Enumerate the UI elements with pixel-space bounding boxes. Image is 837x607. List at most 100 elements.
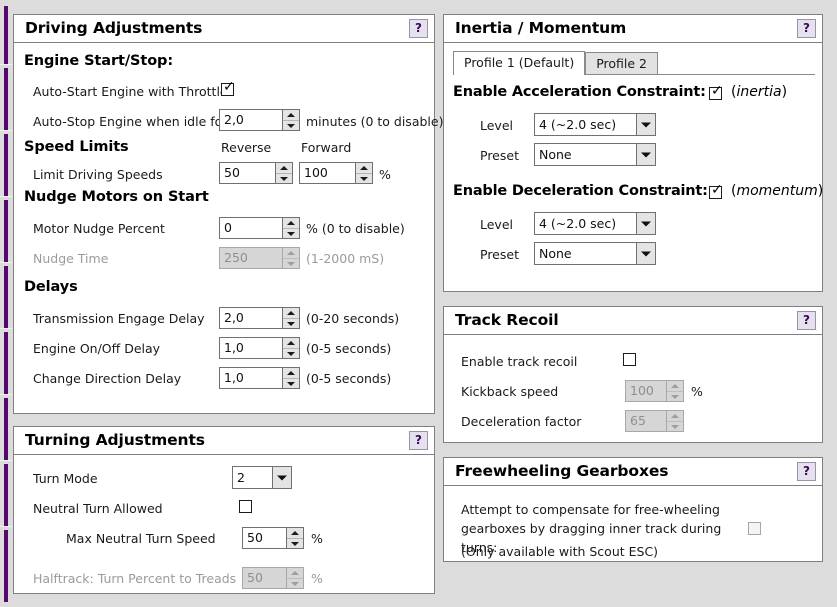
check-icon: ✓ [711,182,723,198]
profile-tabs: Profile 1 (Default) Profile 2 [453,51,658,75]
turn-mode-select[interactable]: 2 [232,466,292,489]
tab-strip-segment[interactable] [4,464,8,526]
stepper-up-icon[interactable] [287,528,303,538]
max-neutral-turn-speed-stepper[interactable]: 50 [242,527,304,549]
page-title-freewheeling: Freewheeling Gearboxes [455,462,669,480]
nudge-time-stepper: 250 [219,247,300,269]
stepper-up-icon[interactable] [283,368,299,378]
stepper-arrows[interactable] [282,368,299,388]
tab-strip-segment[interactable] [4,266,8,328]
max-neutral-turn-speed-label: Max Neutral Turn Speed [66,531,216,546]
chevron-down-icon[interactable] [636,243,655,264]
stepper-up-icon[interactable] [283,110,299,120]
stepper-up-icon[interactable] [283,308,299,318]
limit-reverse-stepper[interactable]: 50 [219,162,293,184]
stepper-down-icon[interactable] [276,173,292,183]
help-icon-turning[interactable]: ? [409,431,428,450]
help-icon-freewheeling[interactable]: ? [797,462,816,481]
reverse-column-header: Reverse [221,140,272,155]
chevron-down-icon[interactable] [272,467,291,488]
tab-strip-segment[interactable] [4,6,8,64]
stepper-arrows [282,248,299,268]
stepper-arrows[interactable] [282,110,299,130]
enable-deceleration-constraint-label: Enable Deceleration Constraint: [453,183,708,199]
deceleration-level-select[interactable]: 4 (~2.0 sec) [534,212,656,235]
chevron-down-icon[interactable] [636,114,655,135]
neutral-turn-allowed-checkbox[interactable] [239,500,252,513]
help-icon-track-recoil[interactable]: ? [797,311,816,330]
kickback-speed-label: Kickback speed [461,384,559,399]
transmission-delay-unit: (0-20 seconds) [306,311,400,326]
freewheeling-compensate-checkbox[interactable] [748,522,761,535]
stepper-arrows[interactable] [355,163,372,183]
deceleration-preset-select[interactable]: None [534,242,656,265]
max-neutral-turn-speed-value: 50 [247,530,263,545]
stepper-up-icon[interactable] [276,163,292,173]
tab-strip-segment[interactable] [4,134,8,196]
stepper-arrows[interactable] [282,338,299,358]
turn-mode-label: Turn Mode [33,471,98,486]
turn-mode-value: 2 [237,470,245,485]
auto-stop-label: Auto-Stop Engine when idle for [33,114,228,129]
motor-nudge-percent-stepper[interactable]: 0 [219,217,300,239]
limit-speeds-unit: % [379,167,391,182]
stepper-down-icon[interactable] [287,538,303,548]
tab-strip-divider [0,460,12,461]
chevron-down-icon[interactable] [636,144,655,165]
help-icon-driving[interactable]: ? [409,19,428,38]
inertia-momentum-body: Profile 1 (Default) Profile 2 Enable Acc… [444,43,823,291]
stepper-up-icon[interactable] [283,218,299,228]
stepper-down-icon[interactable] [283,378,299,388]
stepper-arrows[interactable] [275,163,292,183]
stepper-arrows[interactable] [282,308,299,328]
change-direction-delay-stepper[interactable]: 1,0 [219,367,300,389]
tab-strip-segment[interactable] [4,200,8,262]
deceleration-preset-label: Preset [480,247,519,262]
tab-profile-2[interactable]: Profile 2 [585,52,658,75]
enable-deceleration-constraint-checkbox[interactable]: ✓ [709,182,723,199]
acceleration-level-label: Level [480,118,513,133]
tab-strip-segment[interactable] [4,398,8,460]
stepper-down-icon[interactable] [356,173,372,183]
stepper-up-icon[interactable] [283,338,299,348]
stepper-down-icon [667,421,683,431]
stepper-down-icon[interactable] [283,120,299,130]
stepper-arrows [286,568,303,588]
delays-heading: Delays [24,279,78,295]
engine-onoff-delay-stepper[interactable]: 1,0 [219,337,300,359]
engine-onoff-delay-value: 1,0 [224,340,244,355]
stepper-down-icon [667,391,683,401]
chevron-down-icon[interactable] [636,213,655,234]
acceleration-level-select[interactable]: 4 (~2.0 sec) [534,113,656,136]
tab-strip-segment[interactable] [4,332,8,394]
tab-profile-1[interactable]: Profile 1 (Default) [453,51,586,75]
note-close-paren: ) [781,84,788,100]
enable-track-recoil-checkbox[interactable] [623,353,636,366]
stepper-up-icon [667,381,683,391]
auto-stop-minutes-stepper[interactable]: 2,0 [219,109,300,131]
tab-strip-segment[interactable] [4,530,8,602]
stepper-down-icon[interactable] [283,318,299,328]
auto-stop-unit: minutes (0 to disable) [306,114,444,129]
auto-start-checkbox[interactable]: ✓ [221,79,235,96]
stepper-up-icon [287,568,303,578]
change-direction-delay-value: 1,0 [224,370,244,385]
transmission-engage-delay-stepper[interactable]: 2,0 [219,307,300,329]
acceleration-constraint-note: (inertia) [731,84,787,100]
tab-strip-segment[interactable] [4,68,8,130]
stepper-up-icon[interactable] [356,163,372,173]
stepper-arrows[interactable] [286,528,303,548]
check-icon: ✓ [223,79,235,95]
deceleration-constraint-note: (momentum) [731,183,823,199]
enable-acceleration-constraint-checkbox[interactable]: ✓ [709,83,723,100]
speed-limits-heading: Speed Limits [24,139,129,155]
acceleration-preset-select[interactable]: None [534,143,656,166]
stepper-down-icon[interactable] [283,228,299,238]
turning-adjustments-body: Turn Mode 2 Neutral Turn Allowed Max Neu… [14,455,434,593]
stepper-arrows[interactable] [282,218,299,238]
help-icon-inertia[interactable]: ? [797,19,816,38]
stepper-down-icon[interactable] [283,348,299,358]
check-icon: ✓ [711,83,723,99]
limit-forward-stepper[interactable]: 100 [299,162,373,184]
transmission-engage-delay-label: Transmission Engage Delay [33,311,205,326]
